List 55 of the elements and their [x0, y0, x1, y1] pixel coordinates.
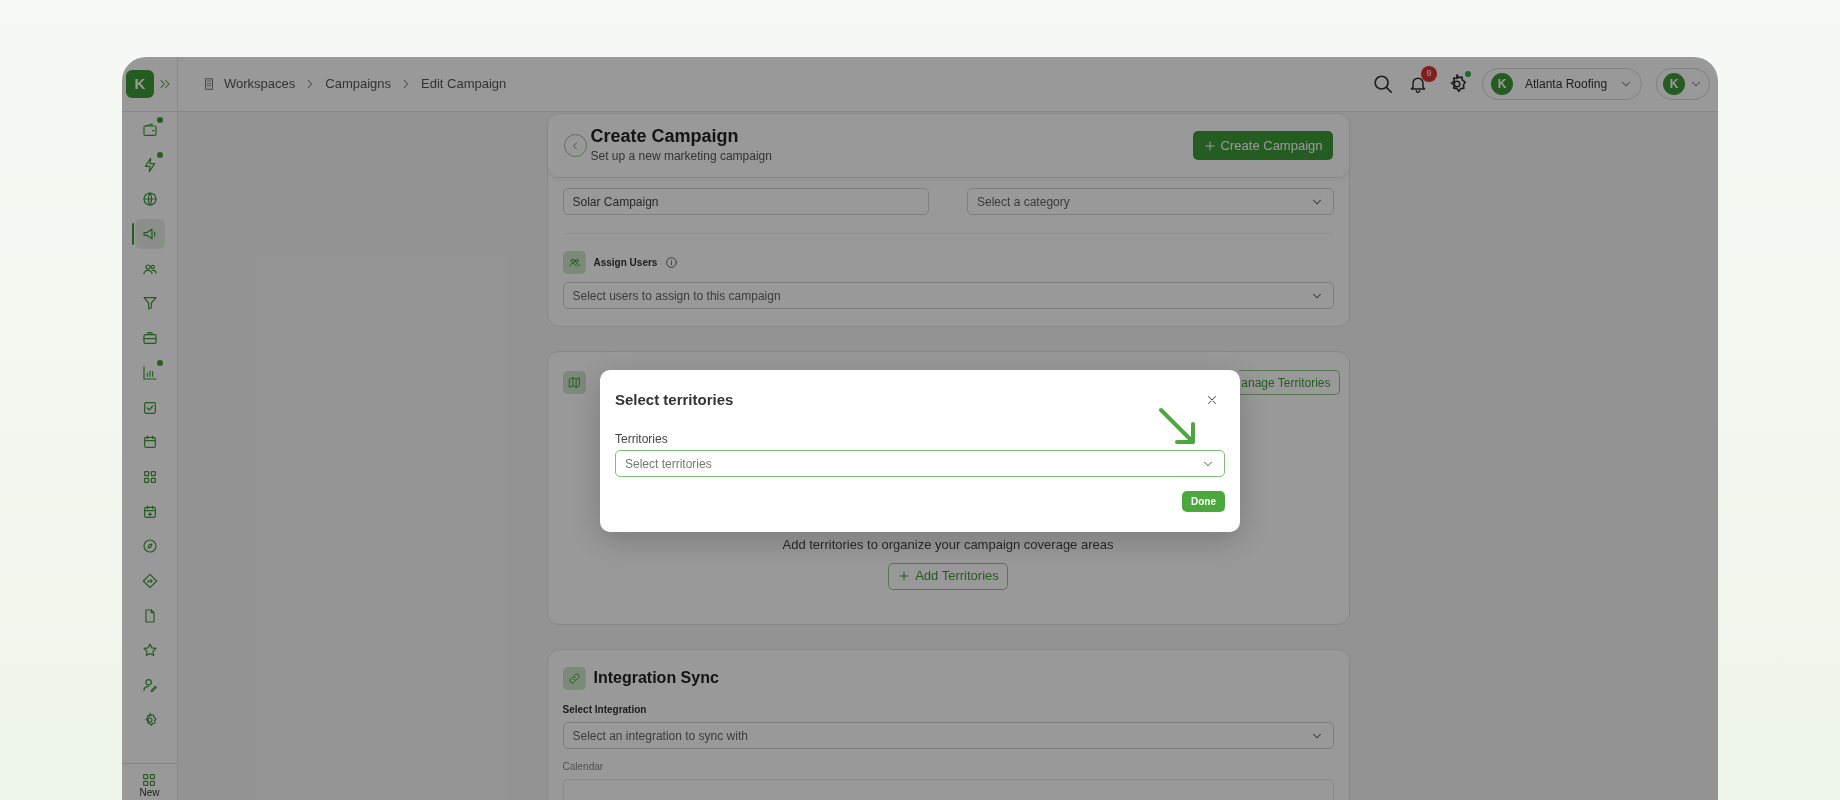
close-button[interactable] — [1205, 393, 1219, 407]
field-label: Calendar — [562, 760, 605, 774]
users-icon — [567, 256, 581, 269]
directions-icon — [141, 572, 158, 589]
breadcrumb-link[interactable]: Campaigns — [325, 74, 392, 94]
checkbox-icon — [141, 399, 158, 416]
integration-select[interactable]: Select an integration to sync with — [562, 722, 1334, 749]
building-icon — [202, 77, 216, 91]
create-campaign-button[interactable]: Create Campaign — [1192, 131, 1333, 160]
dialog-title: Select territories — [615, 389, 734, 410]
notifications-button[interactable]: 9 — [1408, 66, 1437, 94]
annotation-arrow — [1158, 407, 1198, 447]
globe-icon — [141, 191, 158, 208]
profile-menu[interactable]: K — [1656, 68, 1710, 100]
breadcrumb-link[interactable]: Edit Campaign — [421, 74, 507, 94]
category-select[interactable]: Select a category — [967, 188, 1334, 215]
info-icon — [665, 256, 679, 269]
organization-selector[interactable]: K Atlanta Roofing — [1482, 68, 1642, 100]
plus-icon — [897, 569, 912, 583]
expand-sidebar-icon — [158, 77, 172, 91]
manage-territories-button[interactable]: anage Territories — [1239, 370, 1340, 395]
wallet-icon — [141, 122, 158, 138]
empty-state-text: Add territories to organize your campaign coverage areas — [782, 536, 1114, 554]
page-subtitle: Set up a new marketing campaign — [590, 148, 772, 166]
add-territories-button[interactable]: Add Territories — [888, 562, 1008, 590]
user-edit-icon — [141, 677, 158, 693]
filter-icon — [141, 295, 158, 312]
field-label: Select Integration — [562, 703, 648, 717]
campaign-name-field[interactable]: Solar Campaign — [562, 188, 929, 215]
app-logo[interactable]: K — [126, 70, 154, 98]
assign-users-label: Assign Users — [593, 256, 658, 270]
search-icon — [1372, 73, 1394, 95]
grid-icon — [141, 772, 158, 788]
grid-icon — [141, 468, 158, 485]
calendar-plus-icon — [141, 503, 158, 520]
calendar-icon — [141, 434, 158, 451]
page-title: Create Campaign — [590, 125, 740, 148]
done-button[interactable]: Done — [1182, 491, 1225, 512]
back-button[interactable] — [563, 134, 587, 157]
territories-select[interactable]: Select territories — [615, 450, 1225, 477]
new-app-button[interactable]: New — [139, 772, 160, 798]
plus-icon — [1202, 138, 1217, 153]
notification-count: 9 — [1421, 66, 1437, 82]
assign-users-select[interactable]: Select users to assign to this campaign — [562, 282, 1334, 309]
sidebar-item[interactable] — [134, 219, 165, 250]
bar-chart-icon — [141, 364, 158, 381]
compass-icon — [141, 538, 158, 555]
field-label: Territories — [615, 431, 669, 448]
map-icon — [567, 376, 581, 389]
breadcrumb-link[interactable]: Workspaces — [224, 74, 296, 94]
briefcase-icon — [141, 330, 158, 347]
star-icon — [141, 642, 158, 659]
close-icon — [1205, 393, 1219, 407]
link-icon — [567, 671, 581, 685]
section-title: Integration Sync — [593, 668, 719, 688]
